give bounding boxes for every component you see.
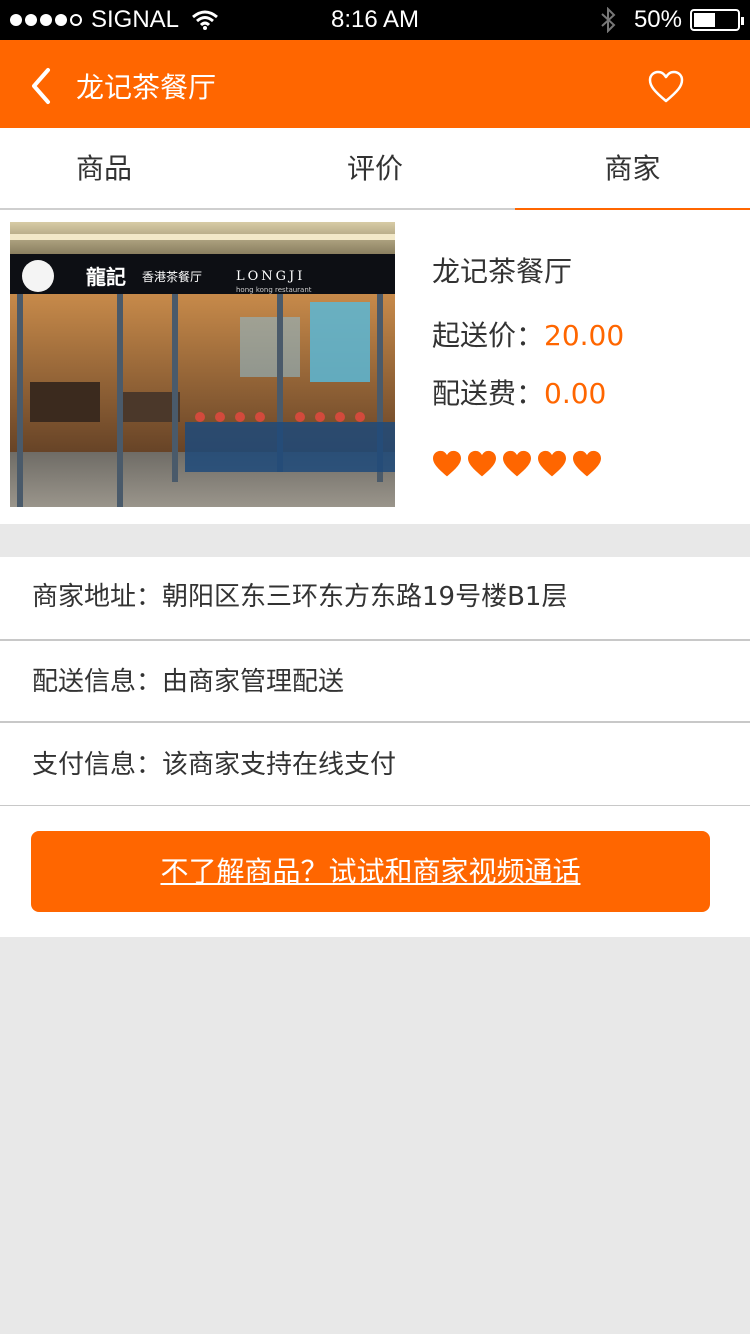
store-card: 龍記 香港茶餐厅 LONGJI hong kong restaurant 龙记茶… — [0, 210, 750, 524]
back-icon[interactable] — [26, 66, 60, 106]
delivery-info: 配送信息：由商家管理配送 — [0, 641, 750, 723]
nav-bar: 龙记茶餐厅 — [0, 40, 750, 128]
min-order-label: 起送价： — [432, 319, 545, 352]
rating-heart-icon — [503, 450, 531, 477]
rating-heart-icon — [573, 450, 601, 477]
tab-bar: 商品 评价 商家 — [0, 128, 750, 212]
store-sign-english-sub: hong kong restaurant — [236, 286, 312, 294]
battery-percent: 50% — [633, 6, 682, 33]
page-title: 龙记茶餐厅 — [76, 71, 217, 104]
favorite-heart-icon[interactable] — [648, 70, 684, 104]
status-bar: SIGNAL 8:16 AM 50% — [0, 0, 750, 40]
store-sign-chinese: 龍記 — [86, 265, 126, 289]
rating-heart-icon — [433, 450, 461, 477]
store-sign-english: LONGJI — [236, 269, 305, 284]
delivery-fee-label: 配送费： — [432, 377, 545, 410]
tab-goods[interactable]: 商品 — [0, 128, 208, 210]
battery-icon — [690, 9, 744, 31]
merchant-address: 商家地址：朝阳区东三环东方东路19号楼B1层 — [0, 557, 750, 641]
payment-info: 支付信息：该商家支持在线支付 — [0, 723, 750, 807]
rating-heart-icon — [538, 450, 566, 477]
store-rating — [432, 450, 607, 478]
delivery-fee: 配送费：0.00 — [432, 372, 606, 412]
delivery-fee-value: 0.00 — [544, 377, 607, 410]
store-photo: 龍記 香港茶餐厅 LONGJI hong kong restaurant — [10, 222, 395, 507]
min-order-price: 起送价：20.00 — [432, 314, 624, 354]
store-sign-subtitle: 香港茶餐厅 — [142, 269, 202, 284]
tab-merchant[interactable]: 商家 — [515, 128, 750, 212]
min-order-value: 20.00 — [544, 319, 625, 352]
video-call-button[interactable]: 不了解商品？试试和商家视频通话 — [31, 831, 710, 912]
store-name: 龙记茶餐厅 — [432, 255, 573, 288]
rating-heart-icon — [468, 450, 496, 477]
battery-fill — [694, 13, 715, 27]
bluetooth-icon — [601, 7, 616, 33]
merchant-info-list: 商家地址：朝阳区东三环东方东路19号楼B1层 配送信息：由商家管理配送 支付信息… — [0, 557, 750, 807]
storefront-illustration: 龍記 香港茶餐厅 LONGJI hong kong restaurant — [10, 222, 395, 507]
tab-reviews[interactable]: 评价 — [240, 128, 510, 210]
video-call-area: 不了解商品？试试和商家视频通话 — [0, 806, 750, 937]
